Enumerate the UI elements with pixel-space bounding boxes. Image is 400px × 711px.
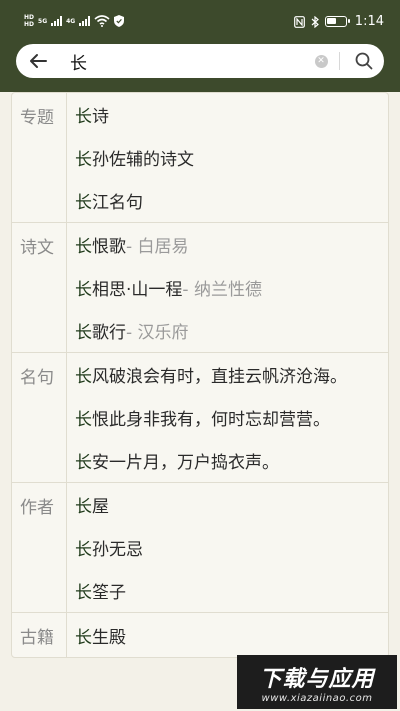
result-text: 孙佐辅的诗文 [92,150,194,170]
result-text: 相思·山一程 [92,280,183,300]
result-author: - 纳兰性德 [182,280,262,300]
network-5g-label: 5G [38,17,48,25]
search-bar: ✕ [16,44,384,78]
category-label: 专题 [12,93,67,222]
nfc-icon [293,15,305,28]
result-item[interactable]: 长江名句 [67,179,388,222]
result-keyword: 长 [75,193,92,213]
status-left: HD HD 5G 4G [24,14,125,28]
result-text: 安一片月，万户捣衣声。 [92,453,279,473]
result-item[interactable]: 长风破浪会有时，直挂云帆济沧海。 [67,353,388,396]
back-button[interactable] [16,44,60,78]
search-divider [339,52,340,70]
category-label: 作者 [12,483,67,612]
wifi-icon [94,15,110,27]
result-item[interactable]: 长生殿 [67,613,388,657]
search-icon [355,52,373,70]
result-list: 长屋 长孙无忌 长筌子 [67,483,388,612]
result-item[interactable]: 长孙无忌 [67,526,388,569]
result-text: 风破浪会有时，直挂云帆济沧海。 [92,367,347,387]
hd-bottom-label: HD [24,21,35,28]
result-item[interactable]: 长恨歌 - 白居易 [67,223,388,266]
bluetooth-icon [311,15,319,28]
result-item[interactable]: 长屋 [67,483,388,526]
close-icon: ✕ [314,54,328,68]
result-keyword: 长 [75,237,92,257]
result-item[interactable]: 长歌行 - 汉乐府 [67,309,388,352]
category-label: 名句 [12,353,67,482]
shield-icon [114,15,125,27]
result-keyword: 长 [75,627,92,648]
hd-indicator: HD HD [24,14,34,28]
result-author: - 汉乐府 [126,323,189,343]
result-group-poems: 诗文 长恨歌 - 白居易 长相思·山一程 - 纳兰性德 长歌行 - 汉乐府 [12,223,388,353]
result-group-quotes: 名句 长风破浪会有时，直挂云帆济沧海。 长恨此身非我有，何时忘却营营。 长安一片… [12,353,388,483]
result-text: 恨歌 [92,237,126,257]
result-keyword: 长 [75,280,92,300]
result-keyword: 长 [75,323,92,343]
signal-strength-icon-2 [79,16,91,26]
status-right: 1:14 [293,14,384,29]
result-list: 长风破浪会有时，直挂云帆济沧海。 长恨此身非我有，何时忘却营营。 长安一片月，万… [67,353,388,482]
result-text: 江名句 [92,193,143,213]
watermark-title: 下载与应用 [259,666,375,692]
search-results: 专题 长诗 长孙佐辅的诗文 长江名句 诗文 长恨歌 - 白居易 长相思·山一程 … [11,92,389,658]
result-item[interactable]: 长孙佐辅的诗文 [67,136,388,179]
result-keyword: 长 [75,410,92,430]
result-list: 长生殿 [67,613,388,657]
result-text: 孙无忌 [92,540,143,560]
result-keyword: 长 [75,150,92,170]
signal-strength-icon [51,16,63,26]
status-bar: HD HD 5G 4G 1:14 [0,0,400,44]
result-item[interactable]: 长诗 [67,93,388,136]
result-keyword: 长 [75,367,92,387]
network-4g-label: 4G [66,17,76,25]
result-group-classics: 古籍 长生殿 [12,613,388,657]
result-text: 恨此身非我有，何时忘却营营。 [92,410,330,430]
result-group-topics: 专题 长诗 长孙佐辅的诗文 长江名句 [12,93,388,223]
category-label: 诗文 [12,223,67,352]
result-text: 诗 [92,107,109,127]
search-button[interactable] [344,44,384,78]
result-item[interactable]: 长安一片月，万户捣衣声。 [67,439,388,482]
result-keyword: 长 [75,497,92,517]
result-item[interactable]: 长相思·山一程 - 纳兰性德 [67,266,388,309]
category-label: 古籍 [12,613,67,657]
result-text: 歌行 [92,323,126,343]
result-item[interactable]: 长恨此身非我有，何时忘却营营。 [67,396,388,439]
watermark-url: www.xiazaiinao.com [261,692,373,704]
status-time: 1:14 [354,14,384,29]
result-item[interactable]: 长筌子 [67,569,388,612]
hd-top-label: HD [24,14,35,21]
result-author: - 白居易 [126,237,189,257]
battery-icon [324,16,350,27]
result-list: 长诗 长孙佐辅的诗文 长江名句 [67,93,388,222]
search-input[interactable] [60,51,307,71]
arrow-left-icon [30,54,47,68]
result-list: 长恨歌 - 白居易 长相思·山一程 - 纳兰性德 长歌行 - 汉乐府 [67,223,388,352]
clear-button[interactable]: ✕ [307,44,335,78]
result-keyword: 长 [75,107,92,127]
result-text: 屋 [92,497,109,517]
result-keyword: 长 [75,583,92,603]
result-text: 筌子 [92,583,126,603]
top-bar: HD HD 5G 4G 1:14 长 ✕ [0,0,400,92]
result-keyword: 长 [75,540,92,560]
result-text: 生殿 [92,627,126,648]
result-group-authors: 作者 长屋 长孙无忌 长筌子 [12,483,388,613]
result-keyword: 长 [75,453,92,473]
watermark-logo: 下载与应用 www.xiazaiinao.com [237,655,397,709]
